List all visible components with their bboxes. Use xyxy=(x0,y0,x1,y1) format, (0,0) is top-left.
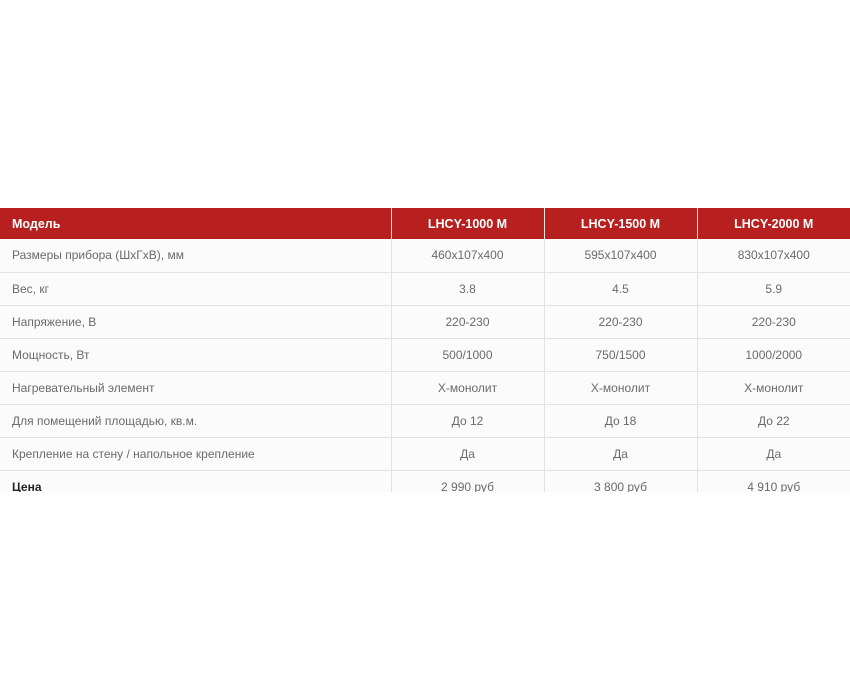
cell-value: Х-монолит xyxy=(696,371,850,405)
table-row-price: Цена 2 990 руб 3 800 руб 4 910 руб xyxy=(0,470,850,492)
cell-value: 220-230 xyxy=(543,305,697,339)
row-label: Нагревательный элемент xyxy=(0,371,391,405)
price-value: 2 990 руб xyxy=(390,470,544,492)
spec-comparison-table: Модель LHCY-1000 M LHCY-1500 M LHCY-2000… xyxy=(0,208,850,492)
row-label: Размеры прибора (ШхГхВ), мм xyxy=(0,239,391,273)
cell-value: 5.9 xyxy=(696,272,850,306)
table-row-weight: Вес, кг 3.8 4.5 5.9 xyxy=(0,272,850,306)
cell-value: 595x107x400 xyxy=(543,239,697,273)
cell-value: 220-230 xyxy=(696,305,850,339)
cell-value: 460x107x400 xyxy=(390,239,544,273)
row-label: Крепление на стену / напольное крепление xyxy=(0,437,391,471)
header-model-lhcy-1000: LHCY-1000 M xyxy=(390,208,544,239)
cell-value: Х-монолит xyxy=(543,371,697,405)
cell-value: Да xyxy=(543,437,697,471)
table-row-power: Мощность, Вт 500/1000 750/1500 1000/2000 xyxy=(0,338,850,372)
cell-value: Да xyxy=(696,437,850,471)
cell-value: 500/1000 xyxy=(390,338,544,372)
cell-value: Да xyxy=(390,437,544,471)
price-value: 3 800 руб xyxy=(543,470,697,492)
header-model-lhcy-1500: LHCY-1500 M xyxy=(543,208,697,239)
row-label: Для помещений площадью, кв.м. xyxy=(0,404,391,438)
header-model-lhcy-2000: LHCY-2000 M xyxy=(696,208,850,239)
row-label: Мощность, Вт xyxy=(0,338,391,372)
cell-value: 3.8 xyxy=(390,272,544,306)
price-value: 4 910 руб xyxy=(696,470,850,492)
cell-value: 4.5 xyxy=(543,272,697,306)
cell-value: 750/1500 xyxy=(543,338,697,372)
table-row-heating-element: Нагревательный элемент Х-монолит Х-монол… xyxy=(0,371,850,405)
cell-value: 1000/2000 xyxy=(696,338,850,372)
header-model-label: Модель xyxy=(12,216,61,231)
row-label: Напряжение, В xyxy=(0,305,391,339)
cell-value: До 12 xyxy=(390,404,544,438)
row-label: Вес, кг xyxy=(0,272,391,306)
table-row-dimensions: Размеры прибора (ШхГхВ), мм 460x107x400 … xyxy=(0,239,850,273)
cell-value: Х-монолит xyxy=(390,371,544,405)
table-row-mounting: Крепление на стену / напольное крепление… xyxy=(0,437,850,471)
table-row-room-area: Для помещений площадью, кв.м. До 12 До 1… xyxy=(0,404,850,438)
cell-value: До 22 xyxy=(696,404,850,438)
cell-value: 220-230 xyxy=(390,305,544,339)
table-row-voltage: Напряжение, В 220-230 220-230 220-230 xyxy=(0,305,850,339)
cell-value: 830x107x400 xyxy=(696,239,850,273)
price-label: Цена xyxy=(12,479,42,493)
cell-value: До 18 xyxy=(543,404,697,438)
table-header-row: Модель LHCY-1000 M LHCY-1500 M LHCY-2000… xyxy=(0,208,850,239)
spec-table: Модель LHCY-1000 M LHCY-1500 M LHCY-2000… xyxy=(0,208,850,492)
